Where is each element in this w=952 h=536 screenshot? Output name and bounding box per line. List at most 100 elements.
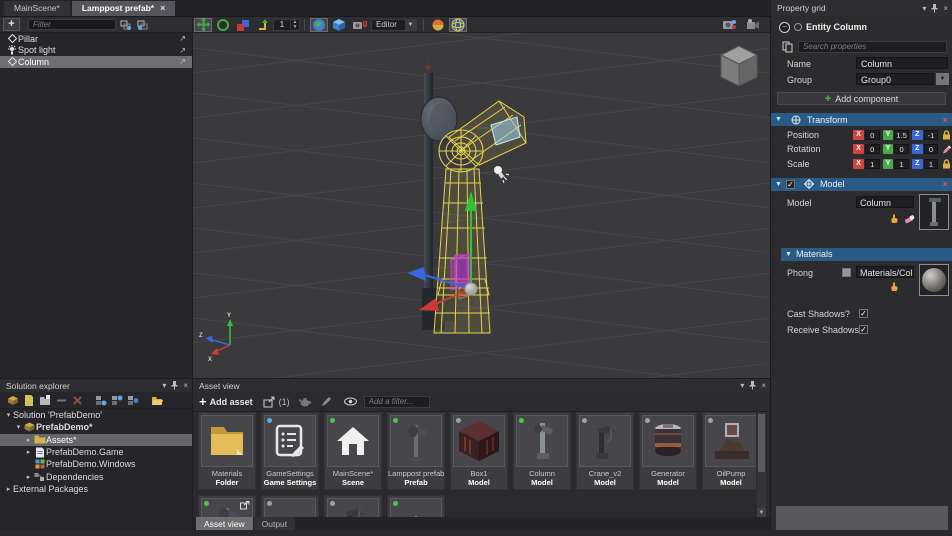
materials-section-header[interactable]: ▼ Materials	[781, 248, 952, 261]
remove-selection-button[interactable]: −	[779, 22, 790, 33]
asset-tile-partial[interactable]	[198, 495, 256, 518]
open-reference-icon[interactable]: ↗	[179, 57, 186, 66]
capture-cubemap-icon[interactable]	[743, 18, 761, 32]
close-icon[interactable]: ×	[943, 4, 948, 13]
tree-item-dependencies[interactable]: ▸Dependencies	[0, 470, 192, 482]
hierarchy-filter-input[interactable]	[28, 19, 116, 30]
world-space-button[interactable]	[310, 18, 328, 32]
asset-tile-oilpump[interactable]: OilPumpModel	[702, 412, 756, 490]
tree-item-external-packages[interactable]: ▸External Packages	[0, 483, 192, 495]
rotation-y-field[interactable]: 0	[894, 144, 909, 154]
asset-tile-materials[interactable]: MaterialsFolder	[198, 412, 256, 490]
remove-component-icon[interactable]: ×	[943, 115, 948, 125]
tree-item-prefabdemo-game[interactable]: ▸PrefabDemo.Game	[0, 446, 192, 458]
open-reference-icon[interactable]: ↗	[179, 34, 186, 43]
scale-y-field[interactable]: 1	[894, 159, 909, 169]
asset-tile-partial[interactable]	[324, 495, 382, 518]
chevron-down-icon[interactable]: ▾	[922, 4, 926, 13]
add-folder-icon[interactable]	[38, 394, 52, 407]
phong-material-field[interactable]: Materials/Column/Co	[856, 266, 914, 278]
spot-light-fixture[interactable]	[421, 97, 457, 141]
scale-gizmo-button[interactable]	[234, 18, 252, 32]
render-mode-button[interactable]	[429, 18, 447, 32]
tree-right-arrow-icon[interactable]: ▸	[24, 473, 33, 481]
phong-checkbox[interactable]	[842, 268, 851, 277]
scene-3d-viewport[interactable]: Y Z X	[193, 33, 770, 378]
asset-tile-crane-v2[interactable]: Crane_v2Model	[576, 412, 634, 490]
asset-tile-column[interactable]: ColumnModel	[513, 412, 571, 490]
model-reference-field[interactable]: Column	[856, 196, 914, 208]
collapse-all-icon[interactable]	[119, 18, 133, 31]
asset-scrollbar[interactable]: ▼	[757, 412, 766, 518]
scale-z-field[interactable]: 1	[924, 159, 939, 169]
tree-item-assets-[interactable]: ▸Assets*	[0, 434, 192, 446]
transform-section-header[interactable]: ▼ Transform ×	[771, 113, 952, 126]
tree-down-arrow-icon[interactable]: ▾	[14, 423, 23, 431]
document-tab[interactable]: Lamppost prefab*×	[72, 1, 176, 16]
document-tab[interactable]: MainScene*	[4, 1, 70, 16]
sort-assets-icon[interactable]	[94, 394, 108, 407]
edit-asset-icon[interactable]	[320, 395, 334, 408]
receive-shadows-checkbox[interactable]: ✓	[859, 325, 868, 334]
pin-icon[interactable]	[171, 381, 178, 390]
filter-assets-icon[interactable]	[126, 394, 140, 407]
asset-tile-partial[interactable]	[387, 495, 445, 518]
rotation-z-field[interactable]: 0	[924, 144, 939, 154]
wireframe-mode-button[interactable]	[449, 18, 467, 32]
pencil-icon[interactable]	[941, 144, 952, 154]
hierarchy-item-spot-light[interactable]: Spot light↗	[0, 45, 192, 57]
asset-tile-gamesettings[interactable]: GameSettingsGame Settings	[261, 412, 319, 490]
clear-reference-icon[interactable]	[904, 214, 915, 224]
expand-all-icon[interactable]	[136, 18, 150, 31]
open-folder-icon[interactable]	[150, 394, 164, 407]
camera-snap-button[interactable]	[350, 18, 368, 32]
name-input[interactable]: Column	[856, 57, 948, 69]
close-icon[interactable]: ×	[761, 381, 766, 390]
tree-right-arrow-icon[interactable]: ▸	[24, 436, 33, 444]
camera-mode-dropdown[interactable]: Editor▼	[371, 19, 417, 31]
group-select[interactable]: Group0	[856, 73, 934, 85]
translate-gizmo-button[interactable]	[194, 18, 212, 32]
tree-right-arrow-icon[interactable]: ▸	[24, 448, 33, 456]
hierarchy-item-pillar[interactable]: Pillar↗	[0, 33, 192, 45]
add-package-icon[interactable]	[6, 394, 20, 407]
position-x-field[interactable]: 0	[865, 130, 880, 140]
add-entity-button[interactable]: +	[3, 18, 20, 31]
tree-item-solution-prefabdemo-[interactable]: ▾Solution 'PrefabDemo'	[0, 409, 192, 421]
scale-x-field[interactable]: 1	[865, 159, 880, 169]
material-thumbnail[interactable]	[919, 264, 949, 296]
teapot-icon[interactable]	[298, 395, 312, 408]
asset-tile-box1[interactable]: Box1Model	[450, 412, 508, 490]
remove-component-icon[interactable]: ×	[943, 179, 948, 189]
position-y-field[interactable]: 1.5	[894, 130, 909, 140]
copy-properties-icon[interactable]	[780, 40, 794, 53]
asset-tile-mainscene-[interactable]: MainScene*Scene	[324, 412, 382, 490]
hand-picker-icon[interactable]	[889, 214, 899, 224]
group-dropdown-button[interactable]: ▼	[936, 73, 949, 85]
close-tab-icon[interactable]: ×	[160, 4, 165, 13]
chevron-down-icon[interactable]: ▾	[740, 381, 744, 390]
tree-item-prefabdemo-[interactable]: ▾PrefabDemo*	[0, 421, 192, 433]
add-component-button[interactable]: + Add component	[777, 92, 946, 105]
asset-tile-lamppost-prefab-[interactable]: Lamppost prefab*Prefab	[387, 412, 445, 490]
asset-tile-generator[interactable]: GeneratorModel	[639, 412, 697, 490]
asset-tile-partial[interactable]	[261, 495, 319, 518]
add-item-icon[interactable]	[22, 394, 36, 407]
delete-icon[interactable]	[70, 394, 84, 407]
view-options-icon[interactable]	[344, 395, 358, 408]
rotation-x-field[interactable]: 0	[865, 144, 880, 154]
model-thumbnail[interactable]	[919, 194, 949, 230]
close-icon[interactable]: ×	[183, 381, 188, 390]
bottom-tab-asset-view[interactable]: Asset view	[196, 517, 253, 530]
chevron-down-icon[interactable]: ▾	[162, 381, 166, 390]
local-space-button[interactable]	[330, 18, 348, 32]
view-cube[interactable]	[721, 46, 757, 86]
lock-icon[interactable]	[941, 159, 952, 169]
remove-icon[interactable]	[54, 394, 68, 407]
export-selection-icon[interactable]	[263, 395, 277, 408]
rotate-gizmo-button[interactable]	[214, 18, 232, 32]
screenshot-icon[interactable]	[720, 18, 738, 32]
snap-value-spinner[interactable]: 1▲▼	[273, 19, 300, 31]
pin-icon[interactable]	[931, 4, 938, 13]
add-asset-button[interactable]: +Add asset	[199, 396, 253, 408]
